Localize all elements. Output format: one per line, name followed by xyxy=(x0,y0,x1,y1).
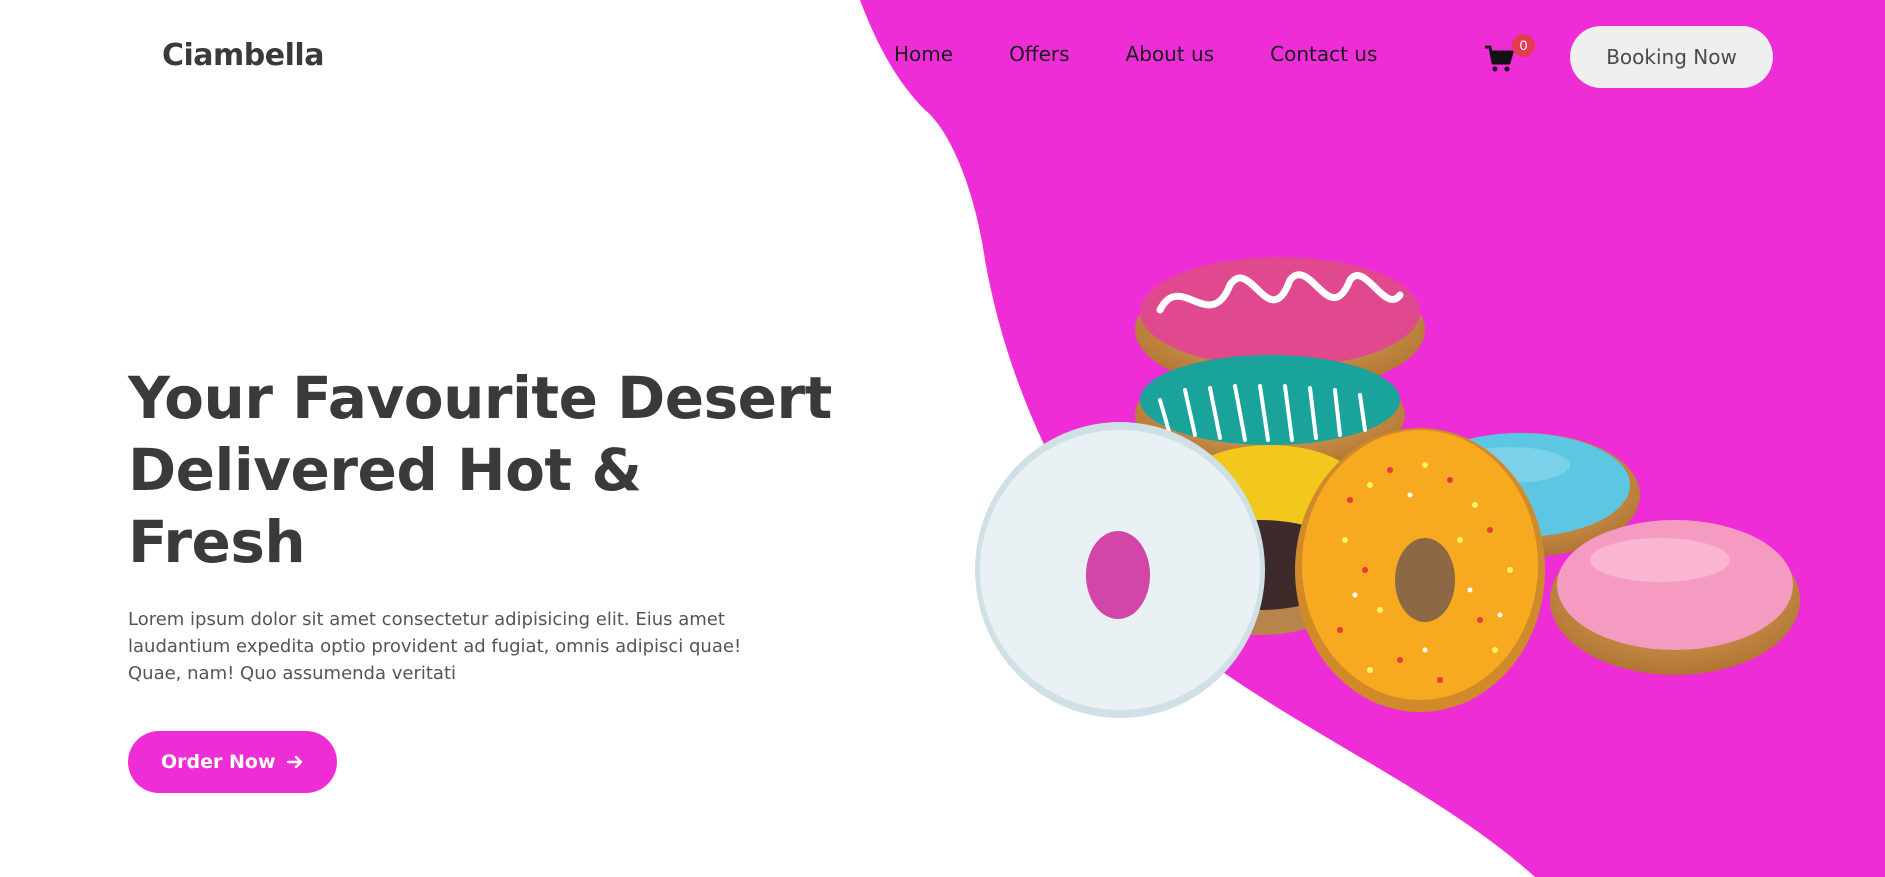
order-now-label: Order Now xyxy=(161,751,276,773)
white-coconut-donut xyxy=(975,422,1265,718)
hero-description: Lorem ipsum dolor sit amet consectetur a… xyxy=(128,609,742,684)
donut-stack-image xyxy=(975,257,1800,718)
hero-title: Your Favourite Desert Delivered Hot & Fr… xyxy=(128,362,832,578)
booking-now-button[interactable]: Booking Now xyxy=(1570,26,1773,88)
site-header: Ciambella Home Offers About us Contact u… xyxy=(0,0,1885,115)
cart-icon[interactable] xyxy=(1484,44,1514,74)
main-nav: Home Offers About us Contact us xyxy=(894,42,1377,66)
brand-logo[interactable]: Ciambella xyxy=(162,38,324,73)
hero-title-line-1: Your Favourite Desert xyxy=(128,364,832,432)
nav-offers[interactable]: Offers xyxy=(1009,42,1069,66)
hero-section: Your Favourite Desert Delivered Hot & Fr… xyxy=(128,362,832,793)
arrow-right-icon xyxy=(286,755,302,769)
cart-count-badge: 0 xyxy=(1512,34,1535,57)
pink-sprinkle-donut xyxy=(1550,520,1800,675)
hero-title-line-2: Delivered Hot & xyxy=(128,436,642,504)
orange-sprinkle-donut xyxy=(1295,428,1545,712)
order-now-button[interactable]: Order Now xyxy=(128,731,337,793)
nav-contact-us[interactable]: Contact us xyxy=(1270,42,1377,66)
hero-title-line-3: Fresh xyxy=(128,508,306,576)
nav-home[interactable]: Home xyxy=(894,42,953,66)
nav-about-us[interactable]: About us xyxy=(1126,42,1215,66)
